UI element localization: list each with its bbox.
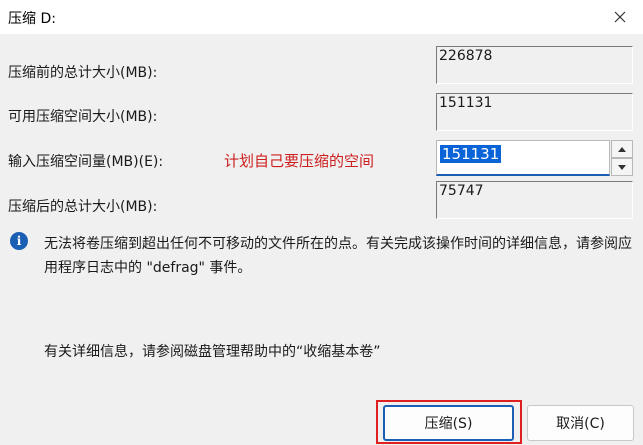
- spin-down-icon: [618, 164, 626, 170]
- window-title: 压缩 D:: [8, 11, 56, 27]
- info-icon: i: [10, 232, 28, 250]
- close-icon: [614, 11, 625, 23]
- info-message: 无法将卷压缩到超出任何不可移动的文件所在的点。有关完成该操作时间的详细信息，请参…: [44, 236, 632, 276]
- shrink-button[interactable]: 压缩(S): [383, 405, 514, 441]
- total-before-field: 226878: [436, 46, 633, 84]
- amount-label: 输入压缩空间量(MB)(E):: [8, 154, 164, 170]
- total-before-label: 压缩前的总计大小(MB):: [8, 65, 158, 81]
- total-after-label: 压缩后的总计大小(MB):: [8, 199, 158, 215]
- annotation-note: 计划自己要压缩的空间: [224, 152, 375, 170]
- available-value: 151131: [439, 95, 493, 111]
- total-before-value: 226878: [439, 48, 493, 64]
- title-bar: 压缩 D:: [0, 0, 643, 34]
- close-button[interactable]: [596, 0, 643, 34]
- cancel-button[interactable]: 取消(C): [527, 405, 634, 441]
- available-field: 151131: [436, 93, 633, 131]
- help-text: 有关详细信息，请参阅磁盘管理帮助中的“收缩基本卷”: [44, 344, 381, 360]
- amount-input[interactable]: 151131: [436, 140, 610, 176]
- spin-up-icon: [618, 146, 626, 152]
- spin-down-button[interactable]: [611, 158, 633, 176]
- amount-spinner: [611, 140, 633, 176]
- total-after-value: 75747: [439, 183, 484, 199]
- total-after-field: 75747: [436, 181, 633, 219]
- amount-input-value: 151131: [440, 145, 502, 163]
- available-label: 可用压缩空间大小(MB):: [8, 109, 158, 125]
- spin-up-button[interactable]: [611, 140, 633, 158]
